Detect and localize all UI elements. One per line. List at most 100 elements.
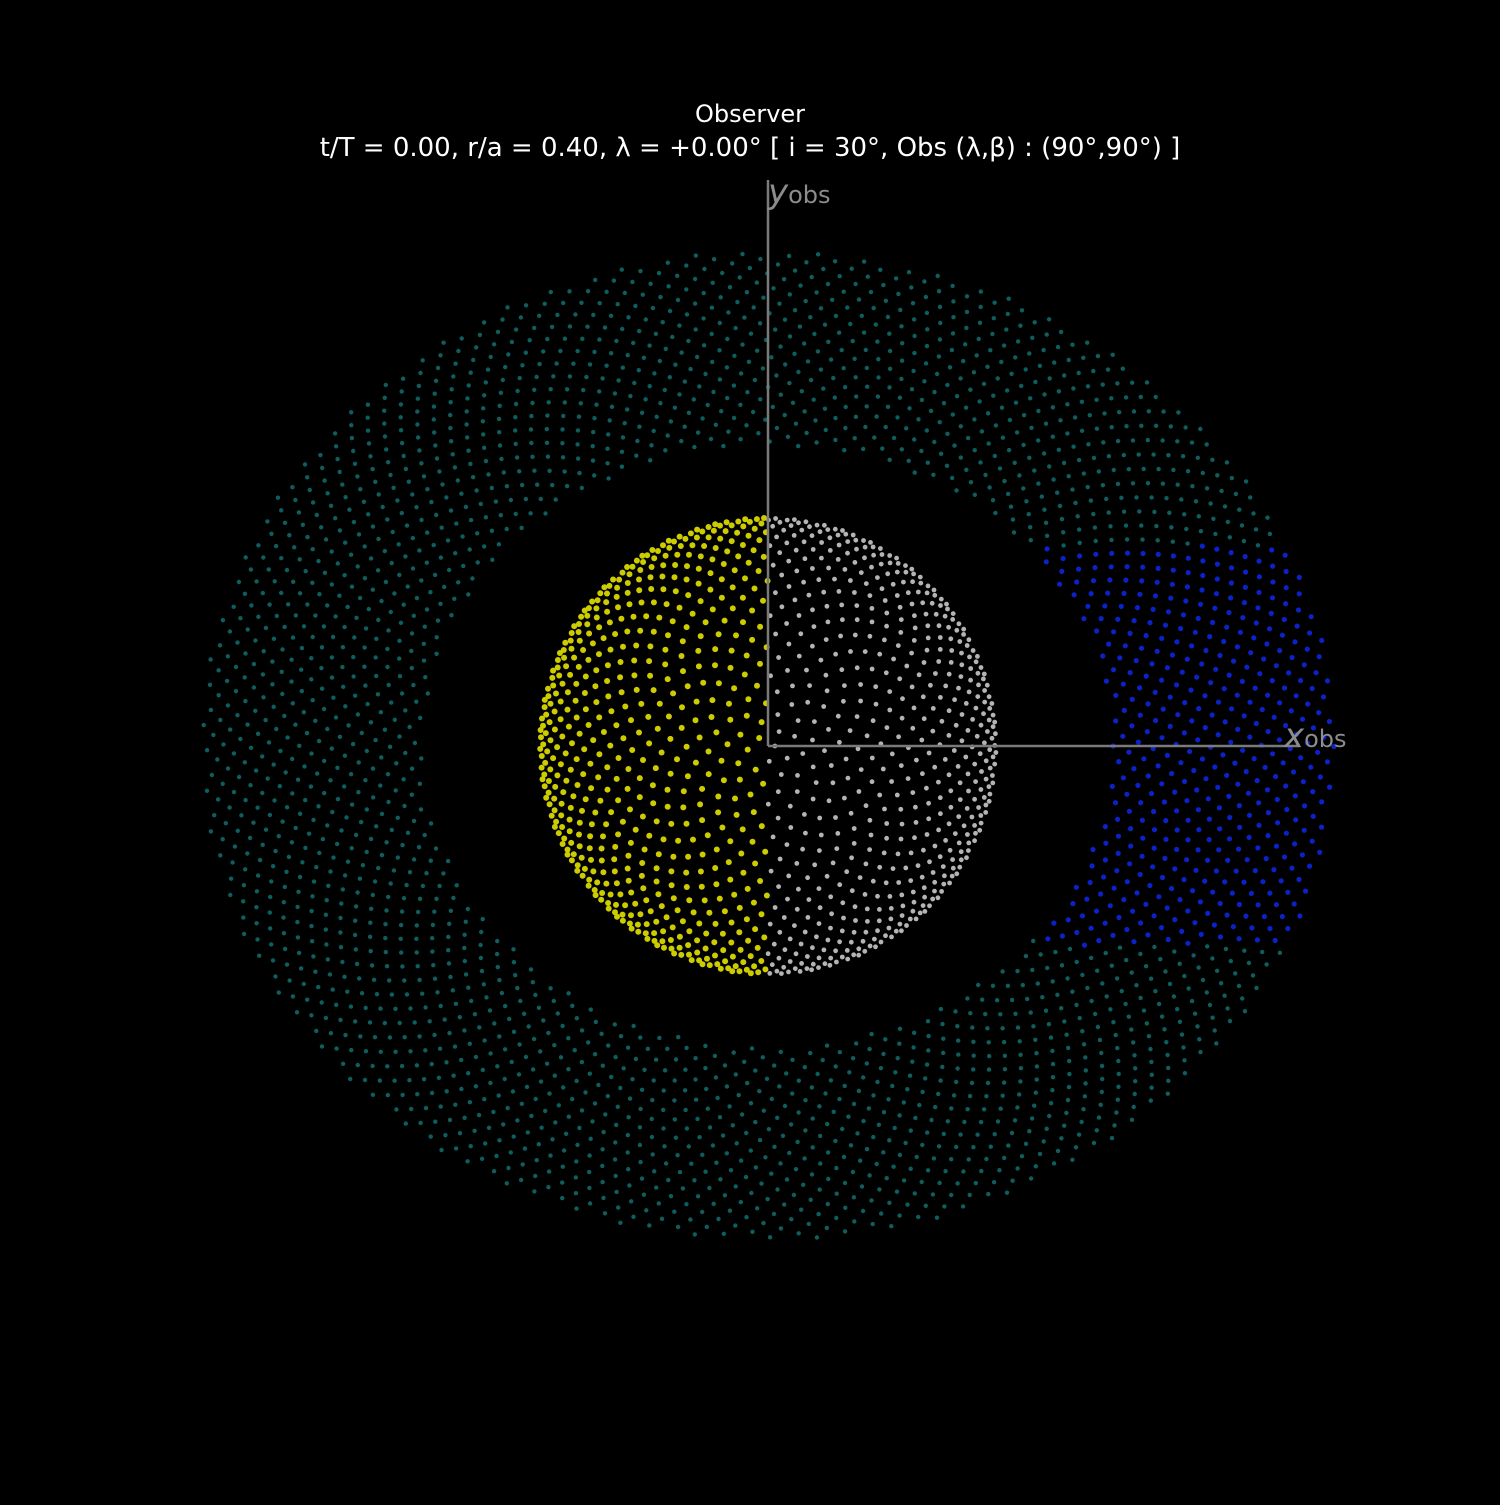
ring-particle bbox=[1061, 460, 1067, 466]
ring-particle bbox=[792, 268, 798, 273]
ring-particle bbox=[296, 510, 302, 515]
ring-particle-shadowed bbox=[1241, 713, 1247, 719]
ring-particle bbox=[440, 482, 445, 487]
ring-particle-shadowed bbox=[1299, 852, 1305, 858]
ring-particle bbox=[384, 840, 389, 845]
ring-particle bbox=[978, 460, 983, 465]
planet-particle-day bbox=[689, 610, 696, 617]
ring-particle bbox=[777, 1084, 782, 1089]
planet-particle-day bbox=[725, 859, 732, 866]
ring-particle bbox=[412, 1020, 417, 1025]
ring-particle-shadowed bbox=[1143, 633, 1149, 639]
ring-particle bbox=[1066, 474, 1071, 479]
planet-particle-day bbox=[624, 785, 631, 792]
ring-particle bbox=[453, 1146, 459, 1151]
planet-particle-day bbox=[598, 845, 605, 852]
ring-particle bbox=[509, 1059, 514, 1065]
ring-particle bbox=[354, 961, 360, 967]
planet-particle-day bbox=[615, 831, 622, 838]
planet-particle-night bbox=[882, 637, 887, 643]
ring-particle bbox=[364, 807, 369, 812]
ring-particle bbox=[975, 1132, 980, 1137]
ring-particle bbox=[302, 764, 307, 769]
ring-particle-shadowed bbox=[1268, 610, 1274, 617]
ring-particle bbox=[588, 1007, 593, 1012]
ring-particle bbox=[925, 1130, 930, 1135]
ring-particle bbox=[558, 348, 563, 354]
ring-particle bbox=[905, 1202, 910, 1207]
ring-particle bbox=[634, 453, 639, 458]
ring-particle bbox=[607, 418, 612, 423]
ring-particle bbox=[463, 919, 468, 924]
planet-particle-day bbox=[674, 907, 681, 914]
ring-particle bbox=[1027, 1129, 1032, 1134]
ring-particle bbox=[845, 305, 850, 310]
ring-particle bbox=[403, 708, 408, 713]
ring-particle bbox=[811, 397, 816, 402]
ring-particle bbox=[567, 289, 572, 294]
planet-particle-day bbox=[663, 914, 670, 921]
planet-particle-night bbox=[880, 766, 886, 772]
planet-particle-day bbox=[646, 658, 653, 665]
ring-particle bbox=[395, 498, 400, 503]
ring-particle-shadowed bbox=[1310, 789, 1316, 795]
ring-particle bbox=[645, 1046, 650, 1052]
ring-particle bbox=[459, 1057, 464, 1063]
ring-particle-shadowed bbox=[1251, 756, 1257, 762]
planet-particle-day bbox=[705, 748, 712, 755]
ring-particle bbox=[804, 260, 809, 265]
ring-particle bbox=[682, 424, 687, 429]
ring-particle bbox=[1126, 467, 1132, 472]
planet-particle-night bbox=[824, 873, 830, 879]
ring-particle bbox=[1048, 1035, 1054, 1040]
ring-particle bbox=[753, 1119, 758, 1125]
ring-particle bbox=[516, 1072, 522, 1077]
ring-particle bbox=[1044, 332, 1049, 337]
ring-particle-shadowed bbox=[1088, 925, 1094, 931]
ring-particle bbox=[325, 823, 330, 828]
ring-particle bbox=[746, 359, 752, 364]
planet-particle-night bbox=[824, 603, 830, 609]
ring-particle bbox=[850, 1056, 856, 1061]
ring-particle-shadowed bbox=[1236, 936, 1242, 942]
ring-particle bbox=[863, 347, 868, 353]
planet-particle-night bbox=[986, 798, 992, 804]
ring-particle bbox=[749, 1046, 755, 1051]
ring-particle bbox=[241, 883, 247, 888]
ring-particle bbox=[744, 1215, 749, 1220]
ring-particle bbox=[297, 743, 302, 748]
planet-particle-night bbox=[938, 811, 943, 817]
ring-particle bbox=[482, 1038, 487, 1043]
ring-particle bbox=[1083, 1081, 1088, 1086]
ring-particle bbox=[353, 947, 358, 952]
ring-particle bbox=[503, 364, 508, 370]
planet-particle-night bbox=[936, 779, 941, 785]
ring-particle bbox=[271, 762, 276, 767]
ring-particle bbox=[1021, 442, 1026, 448]
planet-particle-day bbox=[728, 919, 735, 926]
ring-particle bbox=[543, 1108, 548, 1114]
planet-particle-day bbox=[624, 580, 631, 586]
ring-particle bbox=[269, 942, 274, 947]
ring-particle-shadowed bbox=[1198, 931, 1204, 938]
ring-particle-shadowed bbox=[1085, 603, 1091, 609]
ring-particle bbox=[1077, 1015, 1082, 1021]
ring-particle bbox=[497, 977, 502, 983]
ring-particle bbox=[442, 584, 447, 590]
ring-particle bbox=[614, 338, 619, 344]
ring-particle bbox=[451, 374, 456, 379]
ring-particle-shadowed bbox=[1169, 652, 1176, 658]
ring-particle-shadowed bbox=[1232, 760, 1238, 766]
ring-particle-shadowed bbox=[1150, 864, 1156, 870]
ring-particle bbox=[353, 1019, 358, 1024]
ring-particle-shadowed bbox=[1141, 756, 1147, 762]
ring-particle bbox=[310, 547, 315, 552]
planet-particle-night bbox=[924, 832, 930, 837]
planet-particle-day bbox=[595, 774, 602, 781]
planet-particle-day bbox=[640, 885, 647, 892]
ring-particle bbox=[271, 704, 276, 709]
planet-particle-night bbox=[842, 683, 847, 688]
ring-particle bbox=[323, 537, 329, 542]
planet-particle-night bbox=[860, 938, 866, 944]
planet-particle-day bbox=[607, 891, 614, 898]
